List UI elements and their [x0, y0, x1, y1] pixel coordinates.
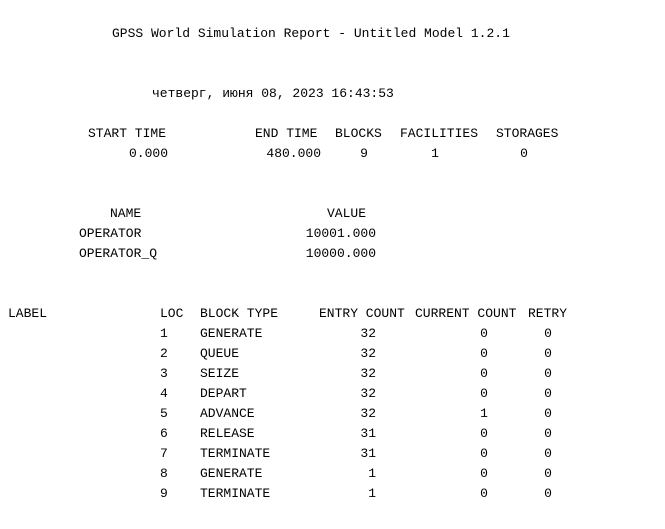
entry-count-cell: 32: [360, 326, 376, 341]
entry-count-cell: 1: [368, 486, 376, 501]
current-count-cell: 0: [480, 466, 488, 481]
blocks-header-entry-count: ENTRY COUNT: [319, 306, 405, 321]
retry-cell: 0: [544, 386, 552, 401]
blocks-header-current-count: CURRENT COUNT: [415, 306, 517, 321]
summary-header-facilities: FACILITIES: [400, 126, 479, 141]
retry-cell: 0: [544, 326, 552, 341]
summary-facilities: 1: [431, 146, 439, 161]
blocks-header-retry: RETRY: [528, 306, 568, 321]
summary-header-storages: STORAGES: [496, 126, 559, 141]
entry-count-cell: 31: [360, 426, 376, 441]
block-type-cell: GENERATE: [200, 466, 263, 481]
summary-blocks: 9: [360, 146, 368, 161]
entry-count-cell: 32: [360, 346, 376, 361]
loc-cell: 3: [160, 366, 168, 381]
loc-cell: 8: [160, 466, 168, 481]
retry-cell: 0: [544, 426, 552, 441]
retry-cell: 0: [544, 346, 552, 361]
entry-count-cell: 1: [368, 466, 376, 481]
blocks-header-label: LABEL: [8, 306, 48, 321]
summary-end-time: 480.000: [266, 146, 321, 161]
current-count-cell: 0: [480, 426, 488, 441]
summary-header-start-time: START TIME: [88, 126, 167, 141]
current-count-cell: 0: [480, 346, 488, 361]
entry-count-cell: 32: [360, 366, 376, 381]
loc-cell: 9: [160, 486, 168, 501]
current-count-cell: 0: [480, 386, 488, 401]
block-type-cell: RELEASE: [200, 426, 255, 441]
entry-count-cell: 31: [360, 446, 376, 461]
summary-header-end-time: END TIME: [255, 126, 318, 141]
retry-cell: 0: [544, 366, 552, 381]
retry-cell: 0: [544, 466, 552, 481]
block-type-cell: QUEUE: [200, 346, 240, 361]
names-header-name: NAME: [110, 206, 142, 221]
retry-cell: 0: [544, 486, 552, 501]
loc-cell: 1: [160, 326, 168, 341]
report-datetime: четверг, июня 08, 2023 16:43:53: [152, 86, 394, 101]
report-title: GPSS World Simulation Report - Untitled …: [112, 26, 510, 41]
loc-cell: 5: [160, 406, 168, 421]
retry-cell: 0: [544, 406, 552, 421]
block-type-cell: GENERATE: [200, 326, 263, 341]
current-count-cell: 0: [480, 326, 488, 341]
entry-count-cell: 32: [360, 386, 376, 401]
loc-cell: 2: [160, 346, 168, 361]
summary-storages: 0: [520, 146, 528, 161]
simulation-report: GPSS World Simulation Report - Untitled …: [0, 0, 665, 529]
block-type-cell: ADVANCE: [200, 406, 255, 421]
block-type-cell: SEIZE: [200, 366, 240, 381]
block-type-cell: DEPART: [200, 386, 247, 401]
name-cell: OPERATOR_Q: [79, 246, 158, 261]
loc-cell: 7: [160, 446, 168, 461]
loc-cell: 6: [160, 426, 168, 441]
current-count-cell: 1: [480, 406, 488, 421]
value-cell: 10001.000: [305, 226, 376, 241]
block-type-cell: TERMINATE: [200, 486, 271, 501]
block-type-cell: TERMINATE: [200, 446, 271, 461]
summary-header-blocks: BLOCKS: [335, 126, 382, 141]
blocks-header-block-type: BLOCK TYPE: [200, 306, 279, 321]
blocks-header-loc: LOC: [160, 306, 184, 321]
current-count-cell: 0: [480, 366, 488, 381]
name-cell: OPERATOR: [79, 226, 142, 241]
current-count-cell: 0: [480, 446, 488, 461]
names-header-value: VALUE: [327, 206, 367, 221]
retry-cell: 0: [544, 446, 552, 461]
value-cell: 10000.000: [305, 246, 376, 261]
entry-count-cell: 32: [360, 406, 376, 421]
loc-cell: 4: [160, 386, 168, 401]
summary-start-time: 0.000: [128, 146, 168, 161]
current-count-cell: 0: [480, 486, 488, 501]
